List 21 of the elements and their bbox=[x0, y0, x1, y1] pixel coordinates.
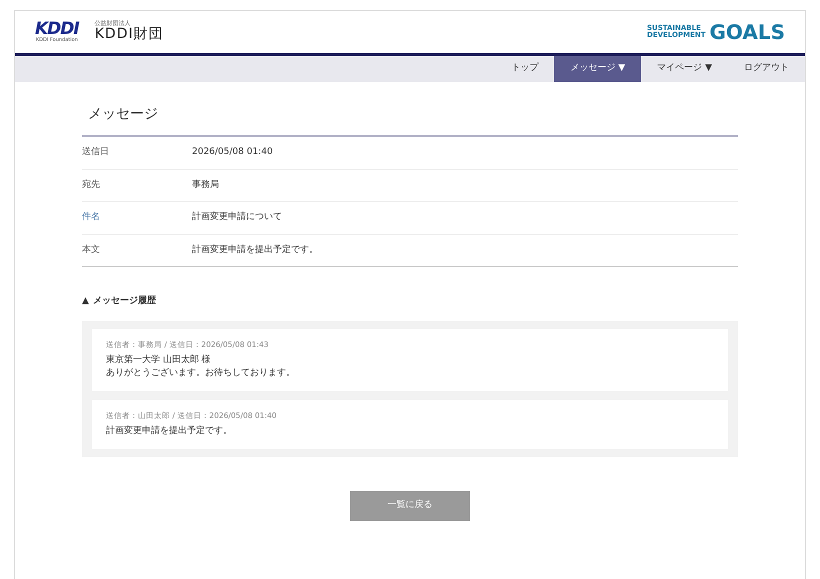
message-text: 計画変更申請を提出予定です。 bbox=[106, 425, 233, 438]
nav-tab[interactable]: ログアウト bbox=[728, 56, 805, 82]
field-label: 送信日 bbox=[82, 146, 110, 159]
field-label: 宛先 bbox=[82, 178, 101, 192]
field-value: 2026/05/08 01:40 bbox=[192, 146, 273, 159]
field-value: 計画変更申請を提出予定です。 bbox=[192, 244, 318, 256]
history-title: メッセージ履歴 bbox=[92, 295, 156, 308]
collapse-toggle[interactable]: ▲ bbox=[82, 295, 89, 308]
field-label: 本文 bbox=[82, 244, 101, 256]
message-text: ありがとうございます。お待ちしております。 bbox=[106, 367, 296, 380]
nav-tab[interactable]: マイページ ▼ bbox=[641, 56, 728, 82]
logo-mark: KDDI bbox=[35, 21, 79, 38]
field-value: 事務局 bbox=[192, 178, 219, 192]
field-label[interactable]: 件名 bbox=[82, 211, 192, 224]
nav-tab[interactable]: メッセージ ▼ bbox=[554, 56, 642, 82]
page-title: メッセージ bbox=[82, 82, 738, 137]
nav-tab[interactable]: トップ bbox=[495, 56, 554, 82]
sdgs-wordmark: GOALS bbox=[709, 22, 785, 42]
field-value: 計画変更申請について bbox=[192, 211, 282, 224]
message-text: 東京第一大学 山田太郎 様 bbox=[106, 354, 212, 367]
org-name: KDDI財団 bbox=[94, 27, 164, 43]
